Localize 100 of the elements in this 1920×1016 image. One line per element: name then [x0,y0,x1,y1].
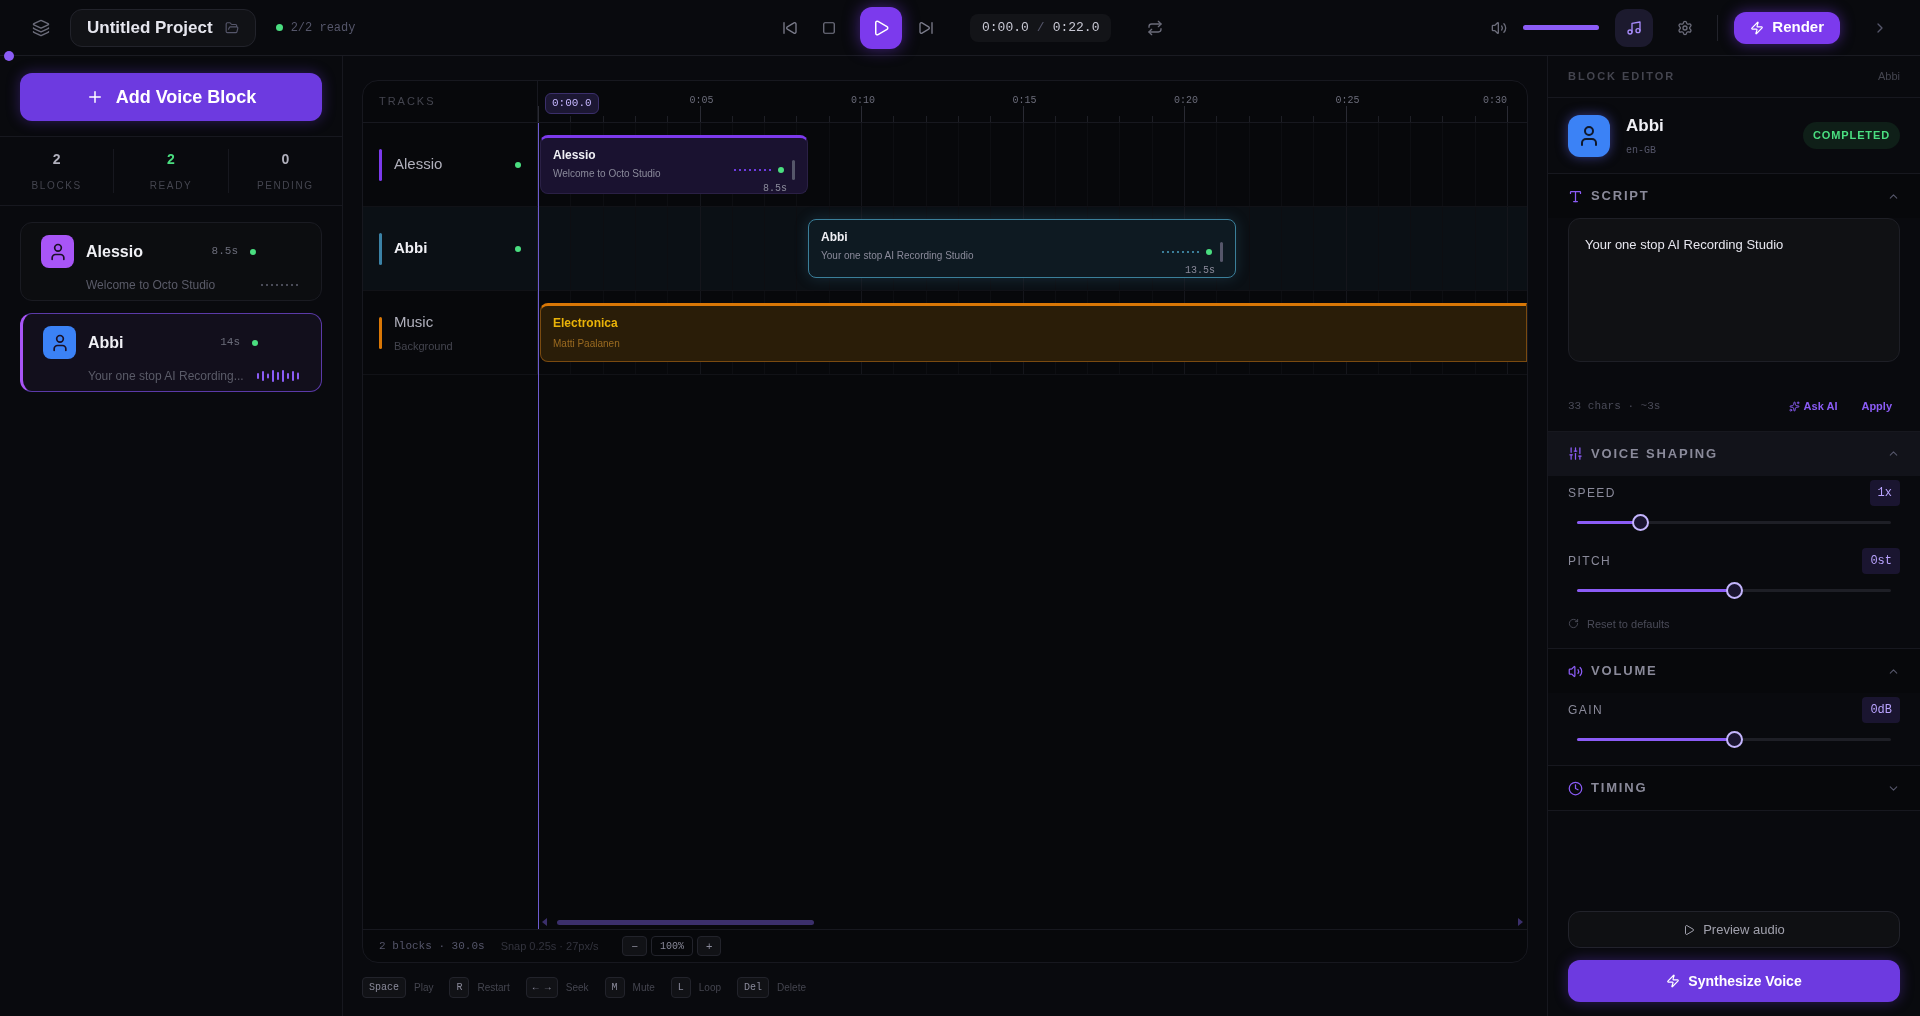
waveform-icon [261,283,301,287]
time-tick-label: 0:15 [1012,94,1037,108]
play-icon [1683,923,1696,936]
scrollbar-thumb[interactable] [557,919,814,925]
skip-forward-icon[interactable] [918,19,934,36]
track-name: Alessio [394,154,444,175]
zoom-level: 100% [650,936,693,956]
volume-icon[interactable] [1491,19,1508,36]
section-title: TIMING [1591,779,1649,798]
folder-icon[interactable] [224,20,239,35]
music-button[interactable] [1615,8,1654,47]
progress-knob[interactable] [4,51,14,61]
section-icon [1568,663,1583,679]
section-header[interactable]: VOICE SHAPING [1548,431,1920,476]
shortcut-label: Loop [698,981,722,995]
voice-block-card[interactable]: Abbi 14s Your one stop AI Recording... [20,313,322,392]
clip-duration: 8.5s [763,182,787,196]
track-name: Abbi [394,238,429,259]
music-icon [1626,19,1643,36]
preview-audio-button[interactable]: Preview audio [1568,911,1900,948]
loop-icon[interactable] [1147,19,1164,36]
sparkle-icon [1788,400,1800,412]
time-tick-label: 0:30 [1483,94,1507,108]
shortcut-label: Play [414,981,434,995]
block-duration: 14s [219,335,240,351]
stop-icon[interactable] [822,20,836,35]
shortcut-label: Delete [777,981,806,995]
key-badge: L [670,977,691,998]
slider-label: SPEED [1568,484,1616,502]
ready-status: 2/2 ready [290,19,356,37]
editor-title: BLOCK EDITOR [1568,69,1676,85]
script-text-area[interactable]: Your one stop AI Recording Studio [1568,218,1900,362]
clip-duration: 13.5s [1185,264,1215,278]
shortcut-label: Mute [632,981,655,995]
apply-button[interactable]: Apply [1861,398,1892,415]
shortcut-label: Restart [477,981,510,995]
lightning-icon [1666,974,1681,988]
key-badge: Del [737,977,770,998]
block-name: Alessio [86,241,144,262]
clip-handle[interactable] [792,160,795,180]
clip-text: Welcome to Octo Studio [553,167,662,181]
project-title-field[interactable]: Untitled Project [70,8,256,47]
waveform-icon [734,168,774,172]
track-subtitle: Background [394,338,454,354]
key-badge: R [449,977,470,998]
current-time: 0:00.0 [982,18,1029,37]
clip-text: Your one stop AI Recording Studio [821,249,975,263]
block-duration: 8.5s [210,244,238,260]
slider-value: 1x [1869,479,1900,506]
slider-thumb[interactable] [1726,581,1743,599]
key-badge: Space [362,977,406,998]
tracks-header: TRACKS [379,94,436,110]
voice-clip[interactable]: Abbi Your one stop AI Recording Studio 13.5s [808,219,1236,278]
slider-label: PITCH [1568,552,1612,570]
music-clip[interactable]: Electronica Matti Paalanen [540,303,1527,362]
key-badge: M [604,977,625,998]
slider-thumb[interactable] [1631,513,1649,531]
stat-label: READY [149,179,193,193]
voice-block-card[interactable]: Alessio 8.5s Welcome to Octo Studio [20,222,322,301]
section-title: SCRIPT [1591,187,1651,206]
layers-icon[interactable] [32,18,50,37]
section-title: VOLUME [1591,662,1659,681]
play-icon [872,18,890,37]
add-voice-block-button[interactable]: Add Voice Block [20,73,322,121]
playhead-time-label[interactable]: 0:00.0 [545,93,599,114]
zoom-in-button[interactable]: + [696,936,722,956]
clip-artist: Matti Paalanen [553,337,621,351]
render-button[interactable]: Render [1734,11,1840,44]
lightning-icon [1750,20,1765,35]
reset-icon [1568,618,1579,630]
shortcut-label: Seek [565,981,589,995]
skip-back-icon[interactable] [782,19,798,36]
settings-icon[interactable] [1677,19,1694,36]
slider-label: GAIN [1568,702,1604,719]
voice-name: Abbi [1626,115,1665,138]
section-icon [1568,188,1583,204]
synthesize-voice-button[interactable]: Synthesize Voice [1568,960,1900,1002]
voice-locale: en-GB [1626,143,1657,158]
clip-handle[interactable] [1220,242,1223,262]
slider-value: 0st [1862,547,1900,574]
slider-value: 0dB [1862,697,1900,723]
char-count: 33 chars · ~3s [1568,399,1662,414]
block-text: Your one stop AI Recording... [88,368,245,385]
clip-title: Electronica [553,315,619,332]
clip-title: Abbi [821,229,849,246]
stat-value: 2 [167,150,175,169]
zoom-out-button[interactable]: − [622,936,647,956]
section-icon [1568,780,1583,796]
section-title: VOICE SHAPING [1591,444,1719,463]
play-button[interactable] [860,6,902,49]
ask-ai-button[interactable]: Ask AI [1788,398,1838,415]
time-tick-label: 0:10 [851,94,875,108]
timeline-summary: 2 blocks · 30.0s [379,938,485,954]
track-name: Music [394,312,435,332]
stat-label: PENDING [256,179,314,193]
section-icon [1568,446,1583,461]
voice-clip[interactable]: Alessio Welcome to Octo Studio 8.5s [540,135,808,194]
slider-thumb[interactable] [1726,731,1743,748]
stat-value: 2 [52,150,61,169]
stat-value: 0 [281,150,290,169]
